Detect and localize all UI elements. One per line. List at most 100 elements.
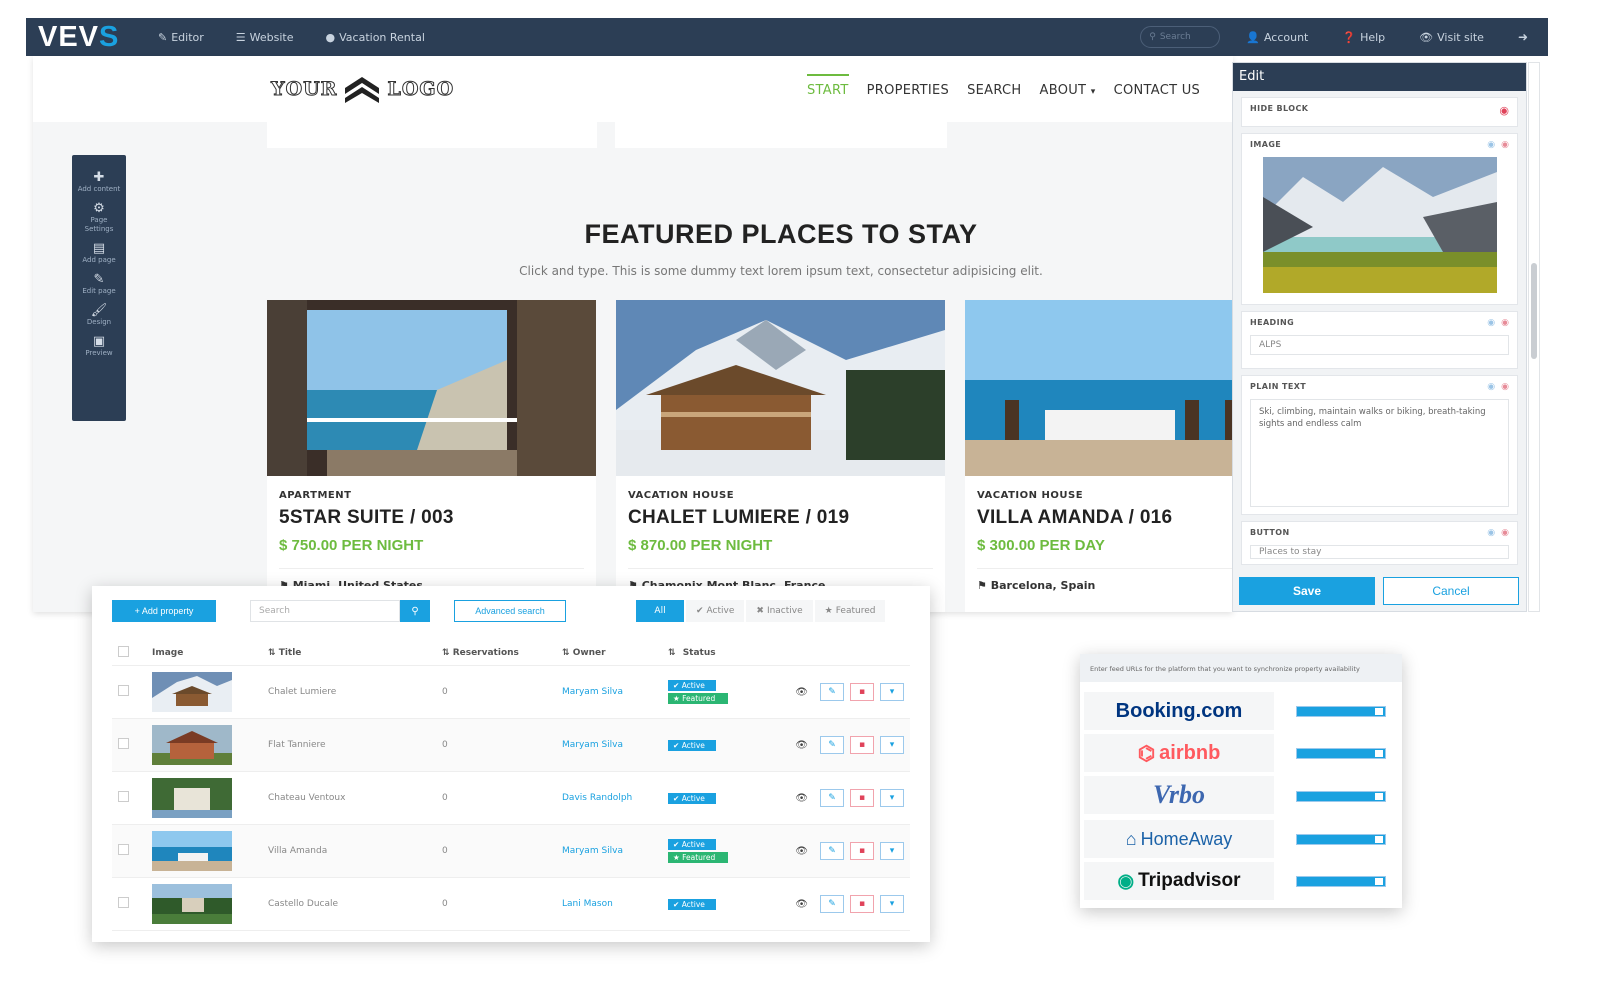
booking-sync-toggle[interactable]	[1296, 706, 1386, 717]
card-title[interactable]: VILLA AMANDA / 016	[977, 507, 1233, 529]
plain-text-textarea[interactable]: Ski, climbing, maintain walks or biking,…	[1250, 399, 1509, 507]
edit-button[interactable]: ✎	[820, 895, 844, 913]
nav-help[interactable]: ❓ Help	[1342, 31, 1385, 44]
more-button[interactable]: ▾	[880, 683, 904, 701]
table-row[interactable]: Chalet Lumiere 0 Maryam Silva ✔ Active ★ …	[112, 666, 910, 719]
site-nav-contact[interactable]: CONTACT US	[1114, 74, 1201, 98]
property-card[interactable]: APARTMENT 5STAR SUITE / 003 $ 750.00 PER…	[267, 300, 596, 612]
more-button[interactable]: ▾	[880, 842, 904, 860]
delete-button[interactable]: ▪	[850, 789, 874, 807]
scrollbar-thumb[interactable]	[1531, 263, 1537, 359]
edit-button[interactable]: ✎	[820, 789, 844, 807]
filter-active[interactable]: ✔ Active	[686, 600, 745, 622]
card-type: APARTMENT	[279, 490, 352, 501]
heading-input[interactable]: ALPS	[1250, 335, 1509, 355]
tool-edit-page[interactable]: ✎ Edit page	[72, 273, 126, 296]
nav-visit-site[interactable]: 👁 Visit site	[1419, 31, 1484, 44]
tool-add-page[interactable]: ▤ Add page	[72, 242, 126, 265]
cancel-button[interactable]: Cancel	[1383, 577, 1519, 605]
card-title[interactable]: CHALET LUMIERE / 019	[628, 507, 933, 529]
property-card[interactable]: VACATION HOUSE VILLA AMANDA / 016 $ 300.…	[965, 300, 1233, 612]
airbnb-logo: ⌬ airbnb	[1084, 734, 1274, 772]
visible-eye-icon[interactable]: ◉	[1487, 528, 1495, 538]
card-title[interactable]: 5STAR SUITE / 003	[279, 507, 584, 529]
view-icon[interactable]: 👁	[795, 899, 808, 910]
tripadvisor-sync-toggle[interactable]	[1296, 876, 1386, 887]
col-owner[interactable]: ⇅ Owner	[562, 648, 668, 658]
logout-icon[interactable]: ➜	[1518, 30, 1528, 44]
filter-all[interactable]: All	[636, 600, 684, 622]
hide-eye-icon[interactable]: ◉	[1501, 382, 1509, 392]
hide-eye-icon[interactable]: ◉	[1501, 318, 1509, 328]
row-checkbox[interactable]	[118, 897, 129, 908]
table-row[interactable]: Villa Amanda 0 Maryam Silva ✔ Active ★ Fe…	[112, 825, 910, 878]
site-nav-properties[interactable]: PROPERTIES	[867, 74, 950, 98]
site-logo[interactable]: YOUR LOGO	[270, 74, 454, 104]
site-nav-start[interactable]: START	[807, 74, 849, 98]
homeaway-sync-toggle[interactable]	[1296, 834, 1386, 845]
hide-eye-icon[interactable]: ◉	[1501, 140, 1509, 150]
search-button[interactable]: ⚲	[400, 600, 430, 622]
edit-button[interactable]: ✎	[820, 842, 844, 860]
edit-button[interactable]: ✎	[820, 683, 844, 701]
edit-panel-scrollbar[interactable]	[1528, 62, 1540, 612]
trash-icon: ▪	[858, 899, 866, 909]
col-title[interactable]: ⇅ Title	[268, 648, 438, 658]
plain-text-field: PLAIN TEXT ◉ ◉ Ski, climbing, maintain wa…	[1241, 375, 1518, 515]
table-row[interactable]: Chateau Ventoux 0 Davis Randolph ✔ Activ…	[112, 772, 910, 825]
delete-button[interactable]: ▪	[850, 683, 874, 701]
view-icon[interactable]: 👁	[795, 740, 808, 751]
property-search-input[interactable]: Search	[250, 600, 400, 622]
brand-logo[interactable]: VEVS	[38, 21, 158, 54]
tool-preview[interactable]: ▣ Preview	[72, 335, 126, 358]
view-icon[interactable]: 👁	[795, 846, 808, 857]
tool-add-content[interactable]: ✚ Add content	[72, 171, 126, 194]
nav-editor[interactable]: ✎ Editor	[158, 31, 204, 44]
hide-eye-icon[interactable]: ◉	[1501, 528, 1509, 538]
more-button[interactable]: ▾	[880, 789, 904, 807]
filter-featured[interactable]: ★ Featured	[814, 600, 886, 622]
property-card[interactable]: VACATION HOUSE CHALET LUMIERE / 019 $ 87…	[616, 300, 945, 612]
advanced-search-button[interactable]: Advanced search	[454, 600, 566, 622]
visible-eye-icon[interactable]: ◉	[1487, 382, 1495, 392]
visible-eye-icon[interactable]: ◉	[1487, 140, 1495, 150]
more-button[interactable]: ▾	[880, 895, 904, 913]
row-checkbox[interactable]	[118, 791, 129, 802]
button-text-input[interactable]: Places to stay	[1250, 545, 1509, 559]
delete-button[interactable]: ▪	[850, 895, 874, 913]
site-nav-about[interactable]: ABOUT ▾	[1040, 74, 1096, 98]
tool-page-settings[interactable]: ⚙ Page Settings	[72, 202, 126, 234]
hide-block-field: HIDE BLOCK ◉	[1241, 97, 1518, 127]
alps-image[interactable]	[1262, 157, 1497, 293]
row-checkbox[interactable]	[118, 738, 129, 749]
edit-button[interactable]: ✎	[820, 736, 844, 754]
table-row[interactable]: Castello Ducale 0 Lani Mason ✔ Active 👁 ✎…	[112, 878, 910, 931]
col-status[interactable]: ⇅ Status	[668, 648, 788, 658]
hide-eye-icon[interactable]: ◉	[1499, 104, 1509, 117]
airbnb-sync-toggle[interactable]	[1296, 748, 1386, 759]
table-row[interactable]: Flat Tanniere 0 Maryam Silva ✔ Active 👁 ✎…	[112, 719, 910, 772]
filter-inactive[interactable]: ✖ Inactive	[746, 600, 813, 622]
row-checkbox[interactable]	[118, 685, 129, 696]
site-nav-search[interactable]: SEARCH	[967, 74, 1021, 98]
view-icon[interactable]: 👁	[795, 793, 808, 804]
nav-website[interactable]: ☰ Website	[236, 31, 294, 44]
nav-vacation-rental[interactable]: ● Vacation Rental	[326, 31, 425, 44]
select-all-checkbox[interactable]	[118, 645, 129, 657]
row-checkbox[interactable]	[118, 844, 129, 855]
visible-eye-icon[interactable]: ◉	[1487, 318, 1495, 328]
trash-icon: ▪	[858, 846, 866, 856]
star-icon: ★	[824, 606, 833, 616]
tool-design[interactable]: 🖌 Design	[72, 304, 126, 327]
add-property-button[interactable]: + Add property	[112, 600, 216, 622]
view-icon[interactable]: 👁	[795, 687, 808, 698]
delete-button[interactable]: ▪	[850, 736, 874, 754]
more-button[interactable]: ▾	[880, 736, 904, 754]
save-button[interactable]: Save	[1239, 577, 1375, 605]
nav-account[interactable]: 👤 Account	[1246, 31, 1308, 44]
vrbo-sync-toggle[interactable]	[1296, 791, 1386, 802]
delete-button[interactable]: ▪	[850, 842, 874, 860]
top-search-input[interactable]: ⚲ Search	[1140, 26, 1221, 48]
col-reservations[interactable]: ⇅ Reservations	[438, 648, 562, 658]
pencil-icon: ✎	[93, 272, 105, 287]
